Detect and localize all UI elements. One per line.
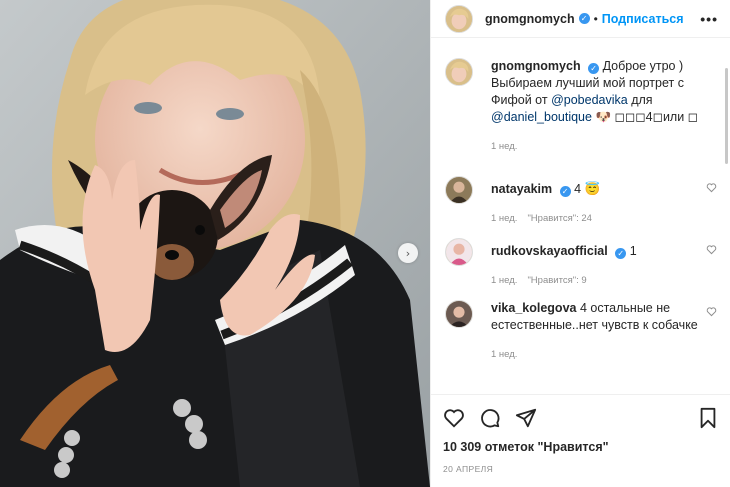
comment-body: vika_kolegova 4 остальные не естественны… — [491, 300, 721, 380]
avatar[interactable] — [445, 300, 473, 328]
next-arrow-icon[interactable]: › — [398, 243, 418, 263]
follow-button[interactable]: Подписаться — [602, 12, 684, 26]
verified-icon: ✓ — [588, 63, 600, 74]
post-photo[interactable]: › — [0, 0, 430, 487]
comment: vika_kolegova 4 остальные не естественны… — [445, 300, 721, 380]
comment-time[interactable]: 1 нед. — [491, 349, 517, 360]
heart-icon[interactable] — [706, 182, 717, 193]
bookmark-icon[interactable] — [697, 407, 719, 429]
separator-dot: • — [593, 11, 598, 26]
avatar[interactable] — [445, 58, 473, 86]
caption-username[interactable]: gnomgnomych — [491, 59, 581, 73]
comment-meta: 1 нед. "Нравится": 9 — [491, 272, 721, 289]
mention-link[interactable]: @daniel_boutique — [491, 110, 592, 124]
heart-icon[interactable] — [706, 306, 717, 317]
caption-body: gnomgnomych ✓ Доброе утро ) Выбираем луч… — [491, 58, 721, 176]
comment-meta: 1 нед. "Нравится": 24 — [491, 210, 721, 227]
verified-icon: ✓ — [578, 13, 590, 24]
comment: natayakim ✓ 4 😇 1 нед. "Нравится": 24 — [445, 176, 721, 238]
heart-icon[interactable] — [443, 407, 465, 429]
comment-likes[interactable]: "Нравится": 9 — [527, 275, 586, 286]
post-image — [0, 0, 430, 487]
action-icons — [443, 405, 719, 431]
comment-username[interactable]: rudkovskayaofficial — [491, 244, 608, 258]
comment: rudkovskayaofficial ✓ 1 1 нед. "Нравится"… — [445, 238, 721, 300]
comments-scrollbar[interactable] — [725, 68, 728, 164]
comment-meta: 1 нед. — [491, 346, 721, 363]
more-icon[interactable]: ••• — [700, 11, 718, 27]
mention-link[interactable]: @pobedavika — [551, 93, 628, 107]
caption-time[interactable]: 1 нед. — [491, 141, 517, 152]
post-header: gnomgnomych ✓ • Подписаться ••• — [431, 0, 730, 38]
comment-username[interactable]: natayakim — [491, 182, 552, 196]
caption-text-mid: для — [631, 93, 653, 107]
post-username[interactable]: gnomgnomych — [485, 12, 575, 26]
comment-username[interactable]: vika_kolegova — [491, 301, 576, 315]
comment-text: 1 — [629, 244, 637, 258]
comments-list[interactable]: gnomgnomych ✓ Доброе утро ) Выбираем луч… — [445, 58, 721, 394]
post-side-panel: gnomgnomych ✓ • Подписаться ••• gnomgnom… — [430, 0, 730, 487]
post-actions: 10 309 отметок "Нравится" 20 АПРЕЛЯ — [431, 394, 730, 474]
verified-icon: ✓ — [615, 248, 627, 259]
likes-count[interactable]: 10 309 отметок "Нравится" — [443, 440, 719, 454]
share-icon[interactable] — [515, 407, 537, 429]
comment-body: natayakim ✓ 4 😇 1 нед. "Нравится": 24 — [491, 176, 721, 238]
caption-meta: 1 нед. — [491, 138, 721, 155]
heart-icon[interactable] — [706, 244, 717, 255]
caption-text-end: 🐶 ◻◻◻4◻или ◻ — [595, 110, 699, 124]
comment-body: rudkovskayaofficial ✓ 1 1 нед. "Нравится"… — [491, 238, 721, 300]
comment-icon[interactable] — [479, 407, 501, 429]
avatar[interactable] — [445, 238, 473, 266]
comment-time[interactable]: 1 нед. — [491, 213, 517, 224]
verified-icon: ✓ — [559, 186, 571, 197]
avatar[interactable] — [445, 176, 473, 204]
post-date[interactable]: 20 АПРЕЛЯ — [443, 464, 719, 474]
comment-text: 4 😇 — [574, 182, 601, 196]
caption-text-block: gnomgnomych ✓ Доброе утро ) Выбираем луч… — [491, 58, 721, 126]
comment-likes[interactable]: "Нравится": 24 — [527, 213, 592, 224]
comment-time[interactable]: 1 нед. — [491, 275, 517, 286]
caption: gnomgnomych ✓ Доброе утро ) Выбираем луч… — [445, 58, 721, 176]
avatar[interactable] — [445, 4, 473, 33]
